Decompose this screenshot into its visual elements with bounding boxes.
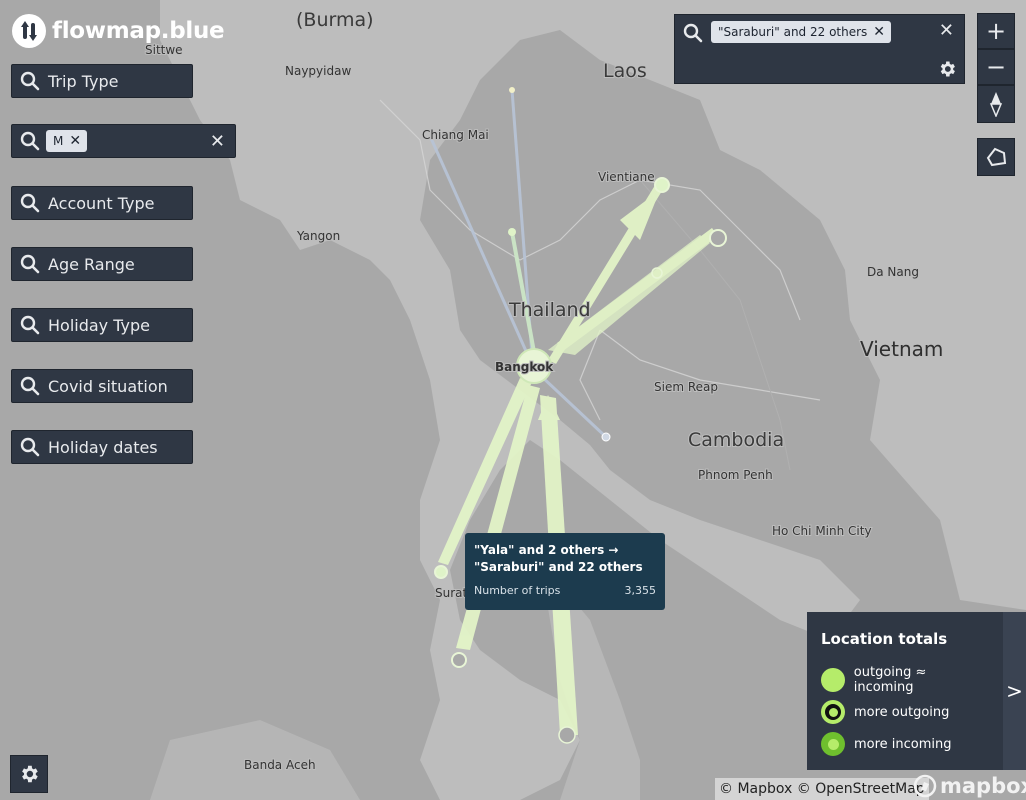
circle-incoming-icon (821, 732, 845, 756)
filter-trip-type[interactable]: Trip Type (11, 64, 193, 98)
filter-label: Holiday Type (48, 315, 150, 335)
compass-button[interactable] (977, 85, 1015, 123)
legend-item: more incoming (821, 728, 989, 760)
filter-label: Trip Type (48, 71, 119, 91)
filter-tag: M ✕ (46, 130, 88, 152)
filter-label: Account Type (48, 193, 155, 213)
search-icon (20, 131, 40, 151)
location-search-panel[interactable]: "Saraburi" and 22 others ✕ ✕ (674, 14, 965, 84)
legend-label: more outgoing (854, 704, 950, 720)
label-naypyidaw: Naypyidaw (285, 64, 351, 78)
filter-label: Age Range (48, 254, 135, 274)
label-burma: (Burma) (296, 9, 374, 31)
node-north (509, 87, 515, 93)
lasso-select-button[interactable] (977, 138, 1015, 176)
search-icon (20, 193, 40, 213)
node-vientiane (654, 177, 670, 193)
filter-holiday-dates[interactable]: Holiday dates (11, 430, 193, 464)
clear-filter-icon[interactable]: ✕ (210, 131, 225, 152)
label-surat: Surat (435, 586, 468, 600)
filter-age-range[interactable]: Age Range (11, 247, 193, 281)
legend-item: more outgoing (821, 696, 989, 728)
zoom-out-button[interactable]: − (977, 49, 1015, 85)
attribution-text: © Mapbox © OpenStreetMap (719, 781, 925, 797)
legend-collapse-button[interactable]: > (1003, 612, 1026, 770)
filter-covid-situation[interactable]: Covid situation (11, 369, 193, 403)
mapbox-logo[interactable]: mapbox (913, 774, 1026, 798)
filter-tag-label: M (53, 134, 64, 148)
compass-icon (989, 92, 1003, 117)
node-south-west (451, 652, 467, 668)
tooltip-metric-label: Number of trips (474, 584, 561, 597)
circle-outgoing-icon (821, 700, 845, 724)
legend-label: outgoing ≈ incoming (853, 665, 927, 695)
search-icon (20, 254, 40, 274)
app-logo[interactable]: flowmap.blue (12, 14, 225, 48)
filter-active-gender[interactable]: M ✕ ✕ (11, 124, 236, 158)
legend-title: Location totals (821, 630, 948, 648)
node-chon (601, 432, 611, 442)
label-thailand: Thailand (508, 299, 591, 321)
node-surat (434, 565, 448, 579)
filter-label: Covid situation (48, 376, 168, 396)
remove-location-tag-icon[interactable]: ✕ (873, 24, 885, 40)
search-icon (20, 71, 40, 91)
label-banda-aceh: Banda Aceh (244, 758, 316, 772)
label-chiang-mai: Chiang Mai (422, 128, 489, 142)
flowmap-logo-icon (12, 14, 46, 48)
filter-label: Holiday dates (48, 437, 158, 457)
location-totals-legend: Location totals outgoing ≈ incoming more… (807, 612, 1003, 770)
node-yala (558, 726, 576, 744)
zoom-in-button[interactable]: + (977, 13, 1015, 49)
label-vietnam: Vietnam (860, 337, 943, 361)
polygon-icon (986, 147, 1007, 167)
tooltip-metric-value: 3,355 (624, 584, 657, 597)
mapbox-logo-icon (913, 774, 937, 798)
settings-button[interactable] (10, 755, 48, 793)
label-cambodia: Cambodia (688, 429, 784, 451)
node-east (709, 229, 727, 247)
clear-location-icon[interactable]: ✕ (939, 20, 954, 41)
location-tag-label: "Saraburi" and 22 others (718, 25, 868, 39)
node-mid-north (508, 228, 516, 236)
remove-tag-icon[interactable]: ✕ (69, 133, 81, 149)
mapbox-wordmark: mapbox (940, 774, 1026, 798)
label-bangkok: Bangkok (495, 360, 554, 374)
filter-account-type[interactable]: Account Type (11, 186, 193, 220)
search-icon (20, 376, 40, 396)
legend-item: outgoing ≈ incoming (821, 664, 989, 696)
search-icon (683, 23, 703, 43)
zoom-controls: + − (977, 13, 1015, 123)
app-name: flowmap.blue (52, 18, 225, 44)
search-icon (20, 437, 40, 457)
location-tag: "Saraburi" and 22 others ✕ (711, 21, 892, 43)
label-laos: Laos (603, 60, 647, 82)
map-attribution[interactable]: © Mapbox © OpenStreetMap (715, 778, 929, 800)
gear-icon (22, 765, 38, 783)
filter-holiday-type[interactable]: Holiday Type (11, 308, 193, 342)
label-vientiane: Vientiane (598, 170, 655, 184)
flow-tooltip: "Yala" and 2 others → "Saraburi" and 22 … (465, 533, 665, 610)
legend-label: more incoming (854, 736, 952, 752)
label-phnom-penh: Phnom Penh (698, 468, 773, 482)
gear-icon[interactable] (937, 59, 957, 79)
circle-icon (821, 668, 845, 692)
tooltip-title: "Yala" and 2 others → "Saraburi" and 22 … (474, 543, 643, 574)
label-ho-chi-minh: Ho Chi Minh City (772, 524, 872, 538)
label-da-nang: Da Nang (867, 265, 919, 279)
label-siem-reap: Siem Reap (654, 380, 718, 394)
search-icon (20, 315, 40, 335)
label-yangon: Yangon (296, 229, 340, 243)
